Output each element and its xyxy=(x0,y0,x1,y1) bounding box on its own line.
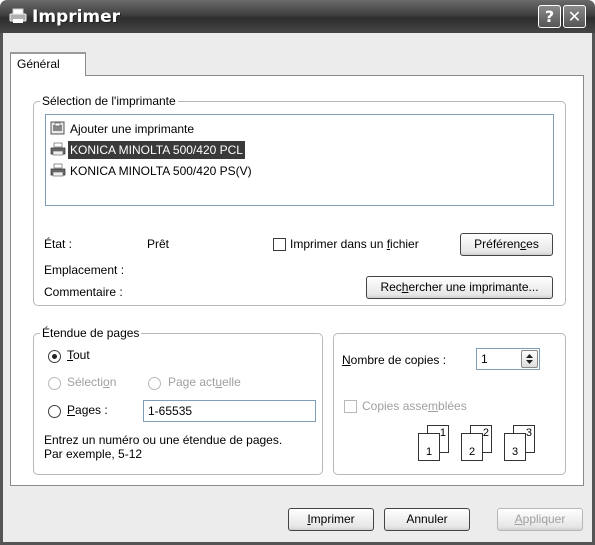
page-range-legend: Étendue de pages xyxy=(40,326,142,340)
printer-name: Ajouter une imprimante xyxy=(70,122,195,136)
preferences-button[interactable]: Préférences xyxy=(460,233,553,256)
status-label: État : xyxy=(44,237,73,251)
collate-label[interactable]: Copies assemblées xyxy=(362,399,467,413)
collate-page: 3 xyxy=(504,433,526,461)
page-range-hint-line1: Entrez un numéro ou une étendue de pages… xyxy=(44,433,283,447)
copies-spinner[interactable] xyxy=(521,350,538,368)
tab-general[interactable]: Général xyxy=(10,52,86,76)
pages-label[interactable]: Pages : xyxy=(67,403,108,417)
location-label: Emplacement : xyxy=(44,263,125,277)
list-item-add-printer[interactable]: Ajouter une imprimante xyxy=(50,120,196,138)
window-title: Imprimer xyxy=(32,7,121,27)
printer-selection-legend: Sélection de l'imprimante xyxy=(40,94,178,108)
collate-checkbox[interactable] xyxy=(344,400,357,413)
printer-icon xyxy=(9,8,27,23)
collate-illustration: 1 1 2 2 3 3 xyxy=(418,425,548,461)
help-button[interactable]: ? xyxy=(538,5,561,28)
pages-input[interactable]: 1-65535 xyxy=(143,400,316,422)
print-to-file-label[interactable]: Imprimer dans un fichier xyxy=(290,237,419,251)
spin-arrows-icon xyxy=(526,354,533,364)
status-value: Prêt xyxy=(147,237,170,251)
printer-list[interactable]: Ajouter une imprimante KONICA MINOLTA 50… xyxy=(45,114,554,206)
selection-radio[interactable] xyxy=(48,377,61,390)
list-item-ps-printer[interactable]: KONICA MINOLTA 500/420 PS(V) xyxy=(50,162,254,180)
collate-page: 2 xyxy=(461,433,483,461)
all-pages-radio[interactable] xyxy=(48,350,61,363)
title-bar[interactable]: Imprimer ? ✕ xyxy=(0,0,595,33)
collate-page: 1 xyxy=(418,433,440,461)
close-button[interactable]: ✕ xyxy=(563,5,586,28)
printer-name: KONICA MINOLTA 500/420 PCL xyxy=(68,141,245,159)
print-to-file-checkbox[interactable] xyxy=(273,238,286,251)
copies-label: Nombre de copies : xyxy=(342,353,447,367)
current-page-label[interactable]: Page actuelle xyxy=(168,375,241,389)
page-range-hint-line2: Par exemple, 5-12 xyxy=(44,447,143,461)
pages-radio[interactable] xyxy=(48,405,61,418)
selection-label[interactable]: Sélection xyxy=(67,375,116,389)
apply-button[interactable]: Appliquer xyxy=(497,508,583,531)
printer-name: KONICA MINOLTA 500/420 PS(V) xyxy=(70,164,252,178)
printer-icon xyxy=(50,142,66,156)
cancel-button[interactable]: Annuler xyxy=(384,508,470,531)
print-button[interactable]: Imprimer xyxy=(288,508,374,531)
all-pages-label[interactable]: Tout xyxy=(67,348,90,362)
tab-label: Général xyxy=(17,57,60,71)
find-printer-button[interactable]: Rechercher une imprimante... xyxy=(366,276,553,299)
comment-label: Commentaire : xyxy=(44,285,123,299)
add-printer-icon xyxy=(50,121,65,135)
list-item-pcl-printer[interactable]: KONICA MINOLTA 500/420 PCL xyxy=(50,141,245,159)
printer-icon xyxy=(50,163,66,177)
current-page-radio[interactable] xyxy=(148,377,161,390)
